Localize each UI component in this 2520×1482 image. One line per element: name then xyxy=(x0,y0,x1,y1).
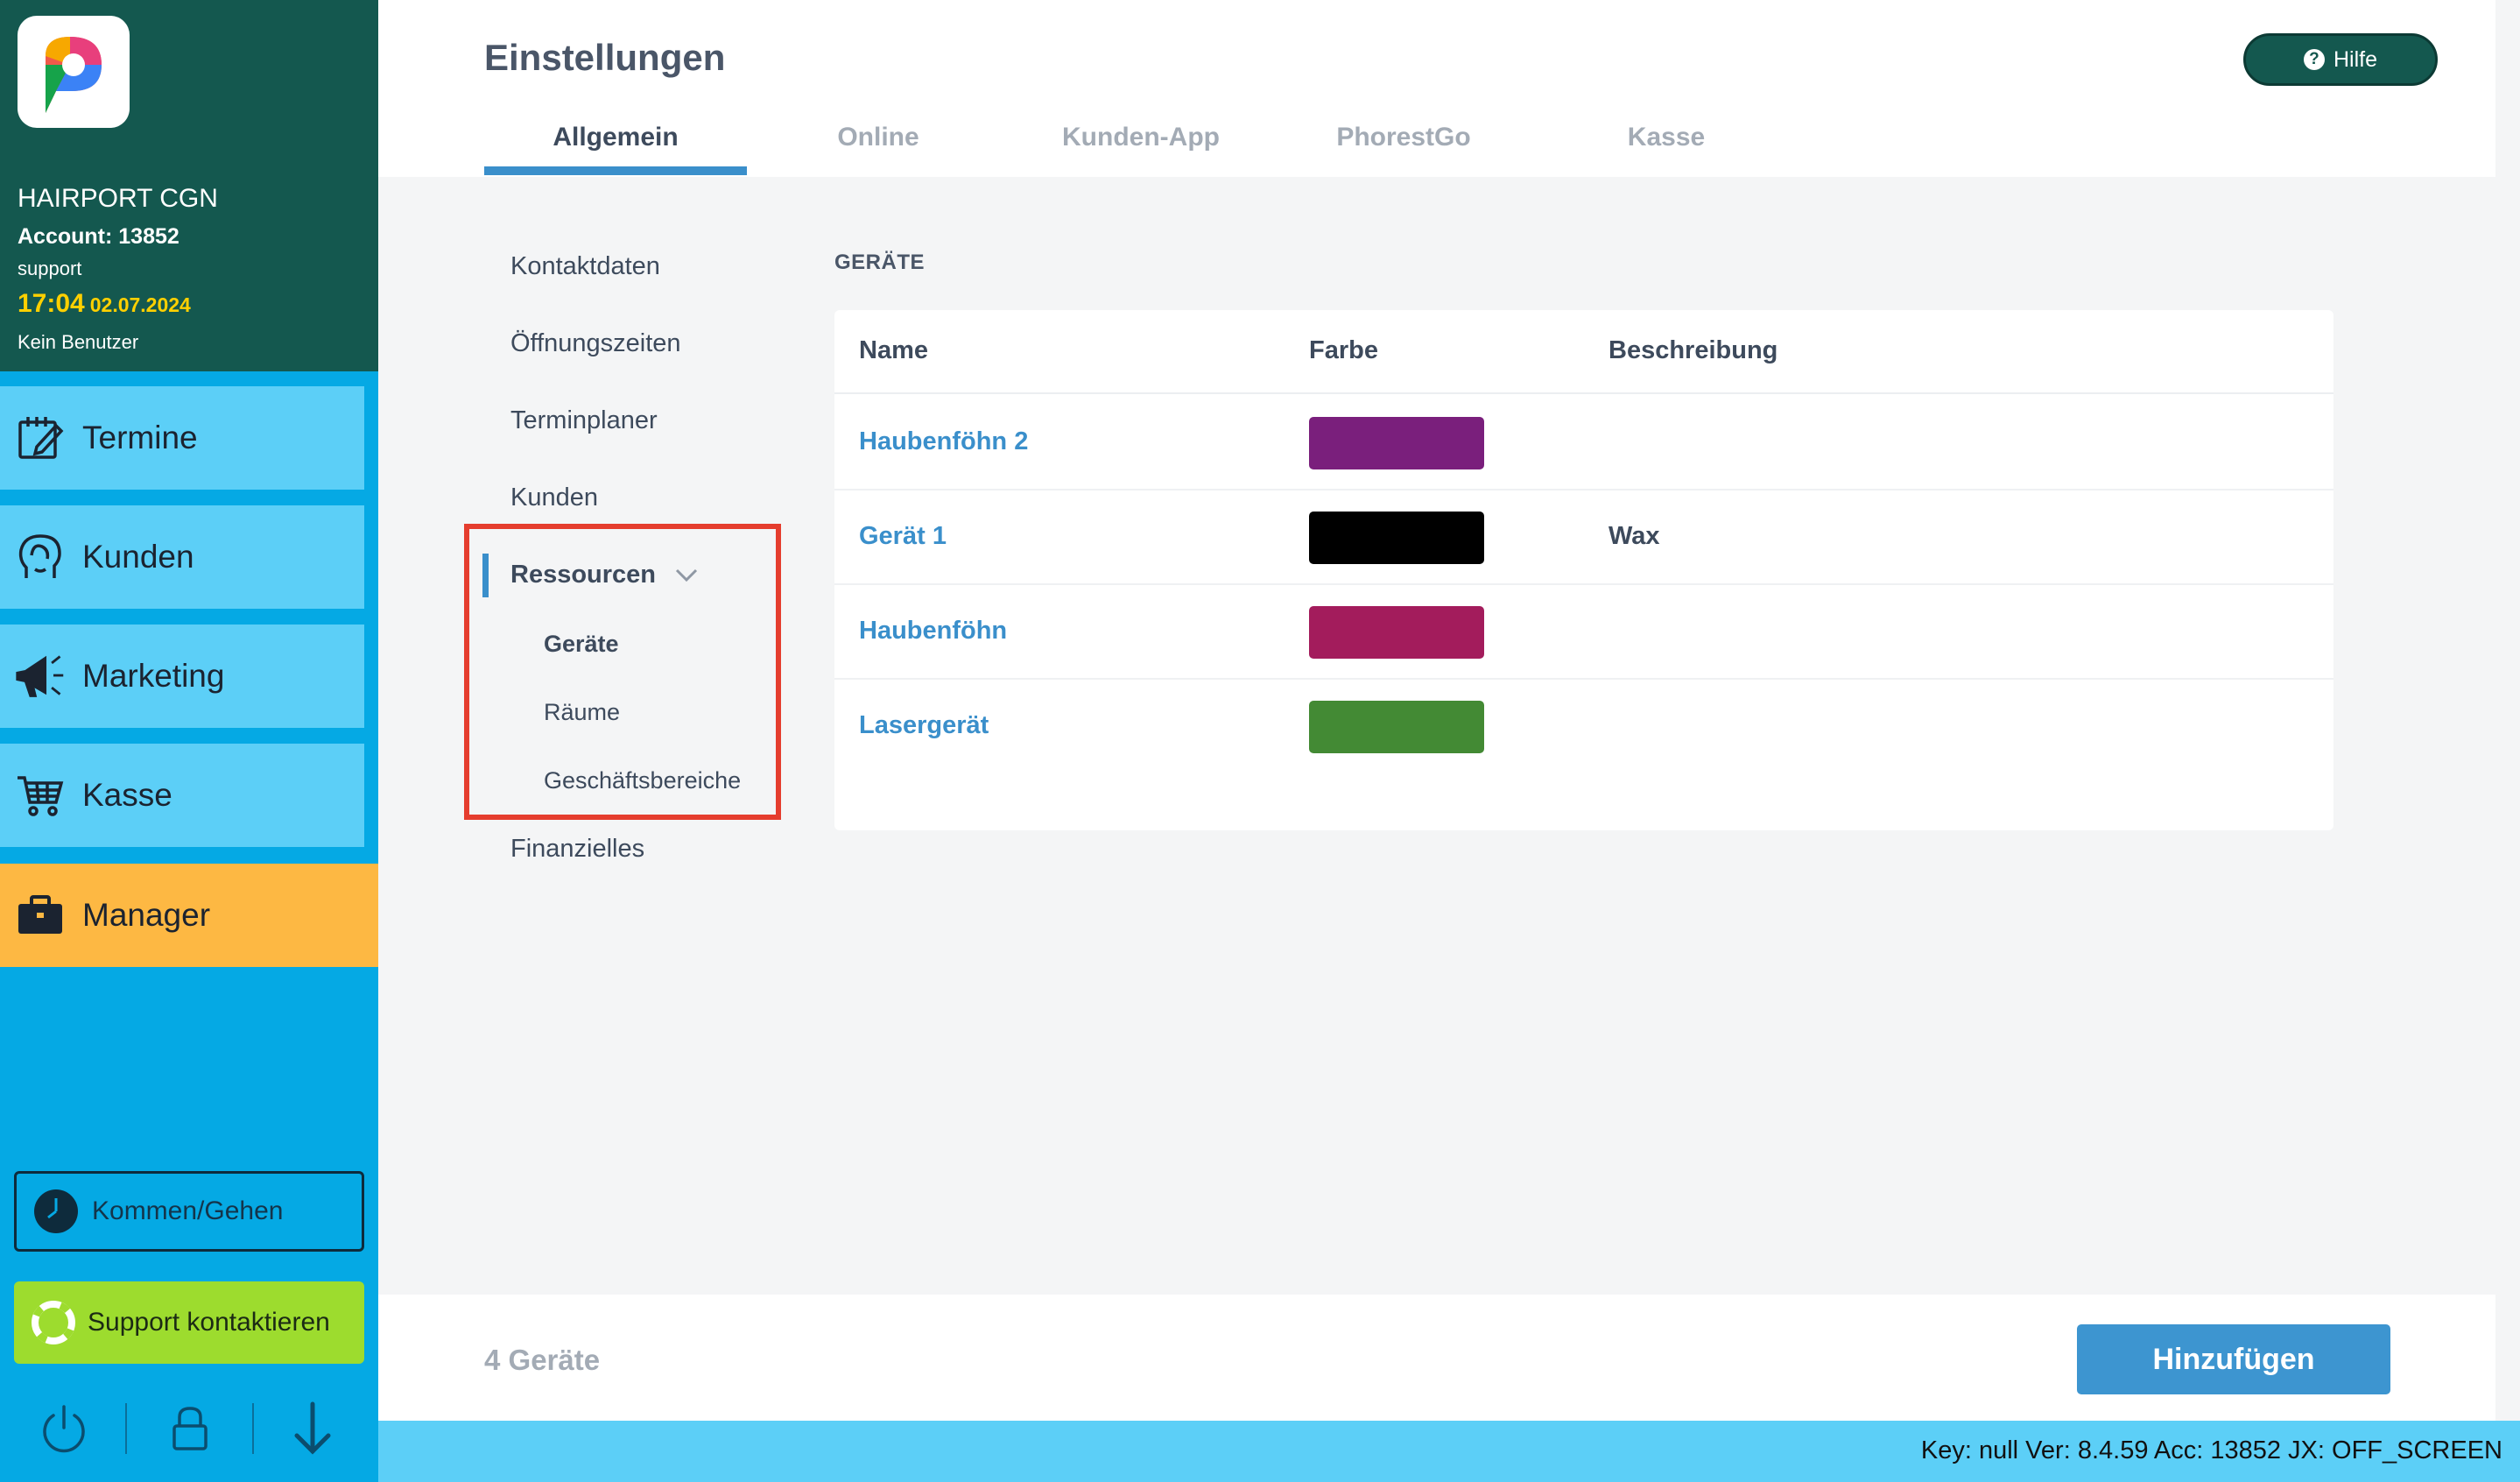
submenu-finanzielles[interactable]: Finanzielles xyxy=(510,835,644,864)
lifebuoy-icon xyxy=(32,1301,75,1344)
table-header: Name Farbe Beschreibung xyxy=(834,310,2333,394)
contact-support-label: Support kontaktieren xyxy=(88,1308,330,1337)
section-title: GERÄTE xyxy=(834,251,926,274)
tab-online[interactable]: Online xyxy=(747,123,1010,152)
column-header-farbe: Farbe xyxy=(1309,336,1378,364)
submenu-oeffnungszeiten[interactable]: Öffnungszeiten xyxy=(510,329,681,358)
current-staff: Kein Benutzer xyxy=(18,331,139,353)
chevron-down-icon xyxy=(675,561,698,589)
table-row[interactable]: Gerät 1 Wax xyxy=(834,490,2333,585)
table-row[interactable]: Haubenföhn xyxy=(834,585,2333,680)
submenu-geschaeftsbereiche[interactable]: Geschäftsbereiche xyxy=(544,767,741,794)
active-tab-indicator xyxy=(484,166,747,175)
salon-name: HAIRPORT CGN xyxy=(18,184,218,213)
column-header-name: Name xyxy=(859,336,928,364)
power-icon[interactable] xyxy=(33,1398,95,1459)
clock-in-out-button[interactable]: Kommen/Gehen xyxy=(14,1171,364,1252)
contact-support-button[interactable]: Support kontaktieren xyxy=(14,1281,364,1364)
submenu-terminplaner[interactable]: Terminplaner xyxy=(510,406,658,435)
arrow-down-icon[interactable] xyxy=(282,1398,343,1459)
device-color-swatch xyxy=(1309,701,1484,753)
calendar-edit-icon xyxy=(14,412,67,464)
device-name-link[interactable]: Lasergerät xyxy=(859,711,989,740)
nav-kunden-label: Kunden xyxy=(82,539,194,575)
tab-phorestgo[interactable]: PhorestGo xyxy=(1272,123,1535,152)
device-name-link[interactable]: Haubenföhn xyxy=(859,617,1007,646)
nav-termine-label: Termine xyxy=(82,420,198,455)
divider xyxy=(252,1403,254,1454)
nav-manager-label: Manager xyxy=(82,897,211,933)
nav-kunden[interactable]: Kunden xyxy=(0,505,364,609)
nav-kasse-label: Kasse xyxy=(82,777,172,813)
submenu-kontaktdaten[interactable]: Kontaktdaten xyxy=(510,252,660,281)
tab-kunden-app[interactable]: Kunden-App xyxy=(1010,123,1272,152)
submenu-ressourcen-label: Ressourcen xyxy=(510,561,657,589)
submenu-kunden[interactable]: Kunden xyxy=(510,483,598,512)
page-title: Einstellungen xyxy=(484,37,726,78)
customer-head-icon xyxy=(14,531,67,583)
nav-kasse[interactable]: Kasse xyxy=(0,744,364,847)
device-name-link[interactable]: Gerät 1 xyxy=(859,522,947,551)
column-header-beschreibung: Beschreibung xyxy=(1608,336,1778,364)
sidebar: HAIRPORT CGN Account: 13852 support 17:0… xyxy=(0,0,378,1482)
submenu-geraete[interactable]: Geräte xyxy=(544,631,619,658)
tab-allgemein[interactable]: Allgemein xyxy=(484,123,747,152)
device-color-swatch xyxy=(1309,417,1484,469)
table-row[interactable]: Haubenföhn 2 xyxy=(834,396,2333,490)
device-color-swatch xyxy=(1309,512,1484,564)
nav-marketing-label: Marketing xyxy=(82,658,225,694)
question-icon: ? xyxy=(2303,49,2325,70)
clock-in-out-label: Kommen/Gehen xyxy=(92,1196,284,1225)
megaphone-icon xyxy=(14,650,67,702)
footer-bar: 4 Geräte Hinzufügen xyxy=(378,1295,2495,1421)
clock-date: 02.07.2024 xyxy=(89,293,191,316)
nav-manager[interactable]: Manager xyxy=(0,864,378,967)
clock: 17:04 02.07.2024 xyxy=(18,289,191,319)
device-count: 4 Geräte xyxy=(484,1344,601,1376)
divider xyxy=(125,1403,127,1454)
cart-icon xyxy=(14,769,67,822)
phorest-logo xyxy=(18,16,130,128)
nav-marketing[interactable]: Marketing xyxy=(0,625,364,728)
lock-icon[interactable] xyxy=(159,1398,221,1459)
status-bar: Key: null Ver: 8.4.59 Acc: 13852 JX: OFF… xyxy=(378,1421,2520,1482)
help-button[interactable]: ? Hilfe xyxy=(2243,33,2438,86)
add-button[interactable]: Hinzufügen xyxy=(2077,1324,2390,1394)
tab-kasse[interactable]: Kasse xyxy=(1535,123,1798,152)
devices-table: Name Farbe Beschreibung Haubenföhn 2 Ger… xyxy=(834,310,2333,830)
submenu-ressourcen[interactable]: Ressourcen xyxy=(510,561,698,589)
account-number: Account: 13852 xyxy=(18,224,179,249)
clock-icon xyxy=(32,1188,80,1235)
submenu-raeume[interactable]: Räume xyxy=(544,699,620,726)
user-name: support xyxy=(18,258,82,279)
briefcase-icon xyxy=(14,889,67,942)
settings-header: Einstellungen ? Hilfe Allgemein Online K… xyxy=(378,0,2495,177)
help-label: Hilfe xyxy=(2333,46,2377,72)
table-row[interactable]: Lasergerät xyxy=(834,680,2333,774)
sidebar-header: HAIRPORT CGN Account: 13852 support 17:0… xyxy=(0,0,378,371)
status-text: Key: null Ver: 8.4.59 Acc: 13852 JX: OFF… xyxy=(1920,1436,2502,1464)
submenu-active-indicator xyxy=(482,554,489,597)
device-description: Wax xyxy=(1608,522,1660,550)
clock-time: 17:04 xyxy=(18,289,85,318)
nav-termine[interactable]: Termine xyxy=(0,386,364,490)
device-name-link[interactable]: Haubenföhn 2 xyxy=(859,427,1028,456)
device-color-swatch xyxy=(1309,606,1484,659)
